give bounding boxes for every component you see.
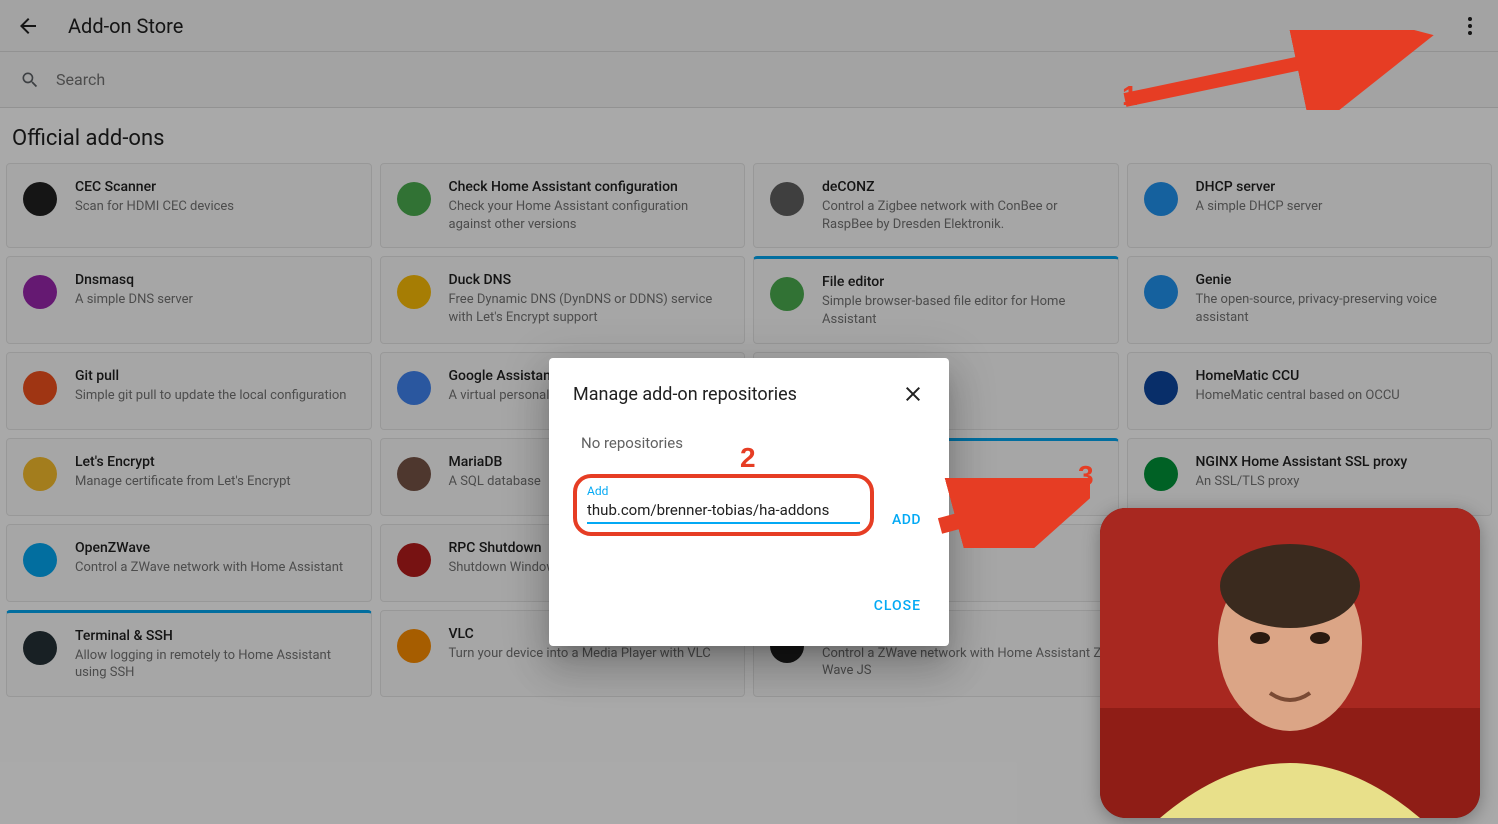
annotation-highlight-2: Add (573, 474, 874, 536)
dialog-title: Manage add-on repositories (573, 384, 797, 405)
annotation-number-1: 1 (1122, 80, 1138, 112)
add-repo-button[interactable]: ADD (888, 504, 925, 536)
annotation-number-2: 2 (740, 442, 756, 474)
presenter-avatar-icon (1100, 508, 1480, 818)
repo-field-label: Add (587, 484, 860, 498)
dialog-close-button[interactable] (901, 382, 925, 406)
dialog-close-action[interactable]: CLOSE (870, 590, 925, 622)
repo-url-input[interactable] (587, 498, 860, 524)
repositories-dialog: Manage add-on repositories No repositori… (549, 358, 949, 646)
presenter-webcam (1100, 508, 1480, 818)
close-icon (901, 382, 925, 406)
annotation-number-3: 3 (1078, 460, 1094, 492)
